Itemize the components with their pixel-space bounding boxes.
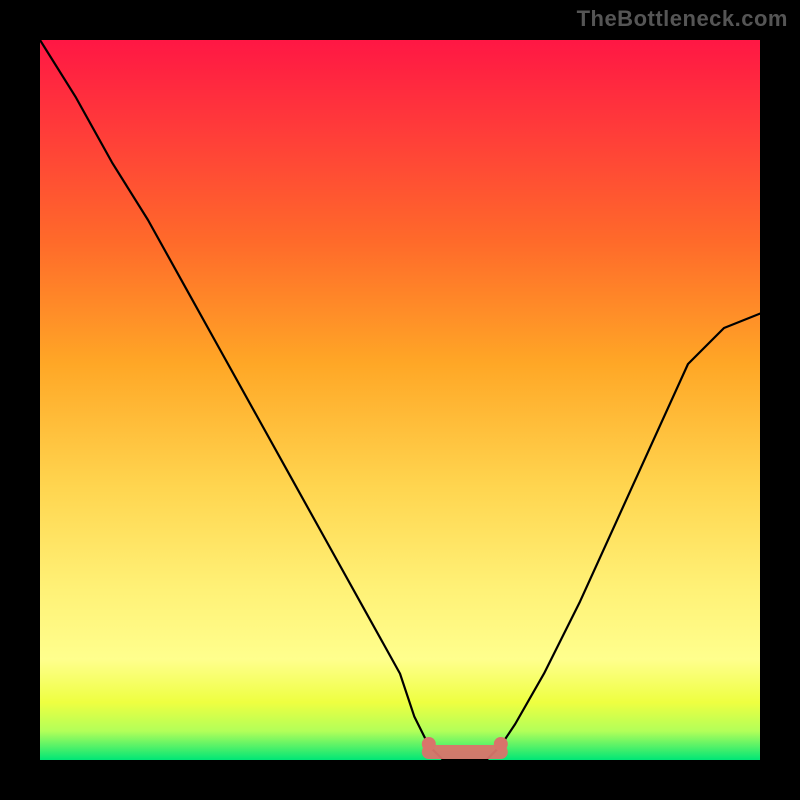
plot-area xyxy=(40,40,760,760)
curve-layer xyxy=(40,40,760,760)
flat-end-dot xyxy=(494,737,508,751)
chart-frame: TheBottleneck.com xyxy=(0,0,800,800)
flat-end-dot xyxy=(422,737,436,751)
bottleneck-curve xyxy=(40,40,760,760)
watermark-text: TheBottleneck.com xyxy=(577,6,788,32)
